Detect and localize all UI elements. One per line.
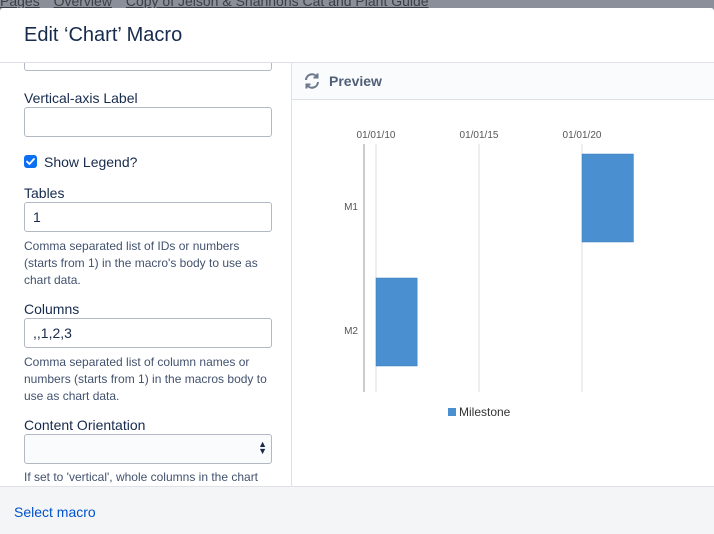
content-orientation-help-text: If set to 'vertical', whole columns in t… xyxy=(24,470,259,484)
checkmark-icon xyxy=(26,158,35,165)
vertical-axis-label-input[interactable] xyxy=(24,107,272,137)
content-orientation-label: Content Orientation xyxy=(24,417,146,433)
tables-label: Tables xyxy=(24,185,65,201)
dialog-title: Edit ‘Chart’ Macro xyxy=(24,24,183,46)
preview-title: Preview xyxy=(329,73,382,89)
chart-y-tick-label: M1 xyxy=(344,202,358,213)
select-macro-link[interactable]: Select macro xyxy=(14,504,96,520)
chart-y-tick-label: M2 xyxy=(344,326,358,337)
vertical-axis-label-label: Vertical-axis Label xyxy=(24,90,138,106)
content-orientation-select[interactable]: ▲ ▼ xyxy=(24,434,272,464)
select-arrows-icon: ▲ ▼ xyxy=(258,439,267,456)
macro-parameters-pane[interactable]: Vertical-axis Label Show Legend? Tables … xyxy=(0,63,292,486)
tables-help-text: Comma separated list of IDs or numbers (… xyxy=(24,239,258,287)
columns-help-text: Comma separated list of column names or … xyxy=(24,355,267,403)
dialog-footer: Select macro xyxy=(0,486,714,534)
breadcrumb-page: Copy of Jelson & Shannons Cat and Plant … xyxy=(125,0,429,8)
breadcrumb-pages: Pages xyxy=(0,0,40,8)
edit-macro-dialog: Edit ‘Chart’ Macro Vertical-axis Label S… xyxy=(0,8,714,534)
show-legend-label[interactable]: Show Legend? xyxy=(44,154,137,170)
legend-label: Milestone xyxy=(459,405,511,419)
tables-input[interactable]: 1 xyxy=(24,202,272,232)
dialog-header: Edit ‘Chart’ Macro xyxy=(0,8,714,63)
preview-pane: Preview 01/01/10 01/01/15 01/01/20 M1 M2 Mile… xyxy=(292,63,714,486)
columns-input[interactable]: ,,1,2,3 xyxy=(24,318,272,348)
previous-field-input[interactable] xyxy=(24,63,272,71)
show-legend-checkbox[interactable] xyxy=(24,155,37,168)
chart-bar xyxy=(581,153,634,243)
chart-bar xyxy=(375,277,418,367)
chart-x-tick-label: 01/01/15 xyxy=(460,130,499,141)
preview-header: Preview xyxy=(292,63,714,100)
breadcrumb-overview: Overview xyxy=(53,0,112,8)
gantt-chart: 01/01/10 01/01/15 01/01/20 M1 M2 Milestone xyxy=(344,130,634,419)
refresh-icon[interactable] xyxy=(303,72,321,90)
legend-swatch xyxy=(448,408,456,416)
background-breadcrumbs: Pages Overview Copy of Jelson & Shannons… xyxy=(0,0,714,8)
chart-x-tick-label: 01/01/10 xyxy=(357,130,396,141)
columns-label: Columns xyxy=(24,301,80,317)
chart-x-tick-label: 01/01/20 xyxy=(563,130,602,141)
